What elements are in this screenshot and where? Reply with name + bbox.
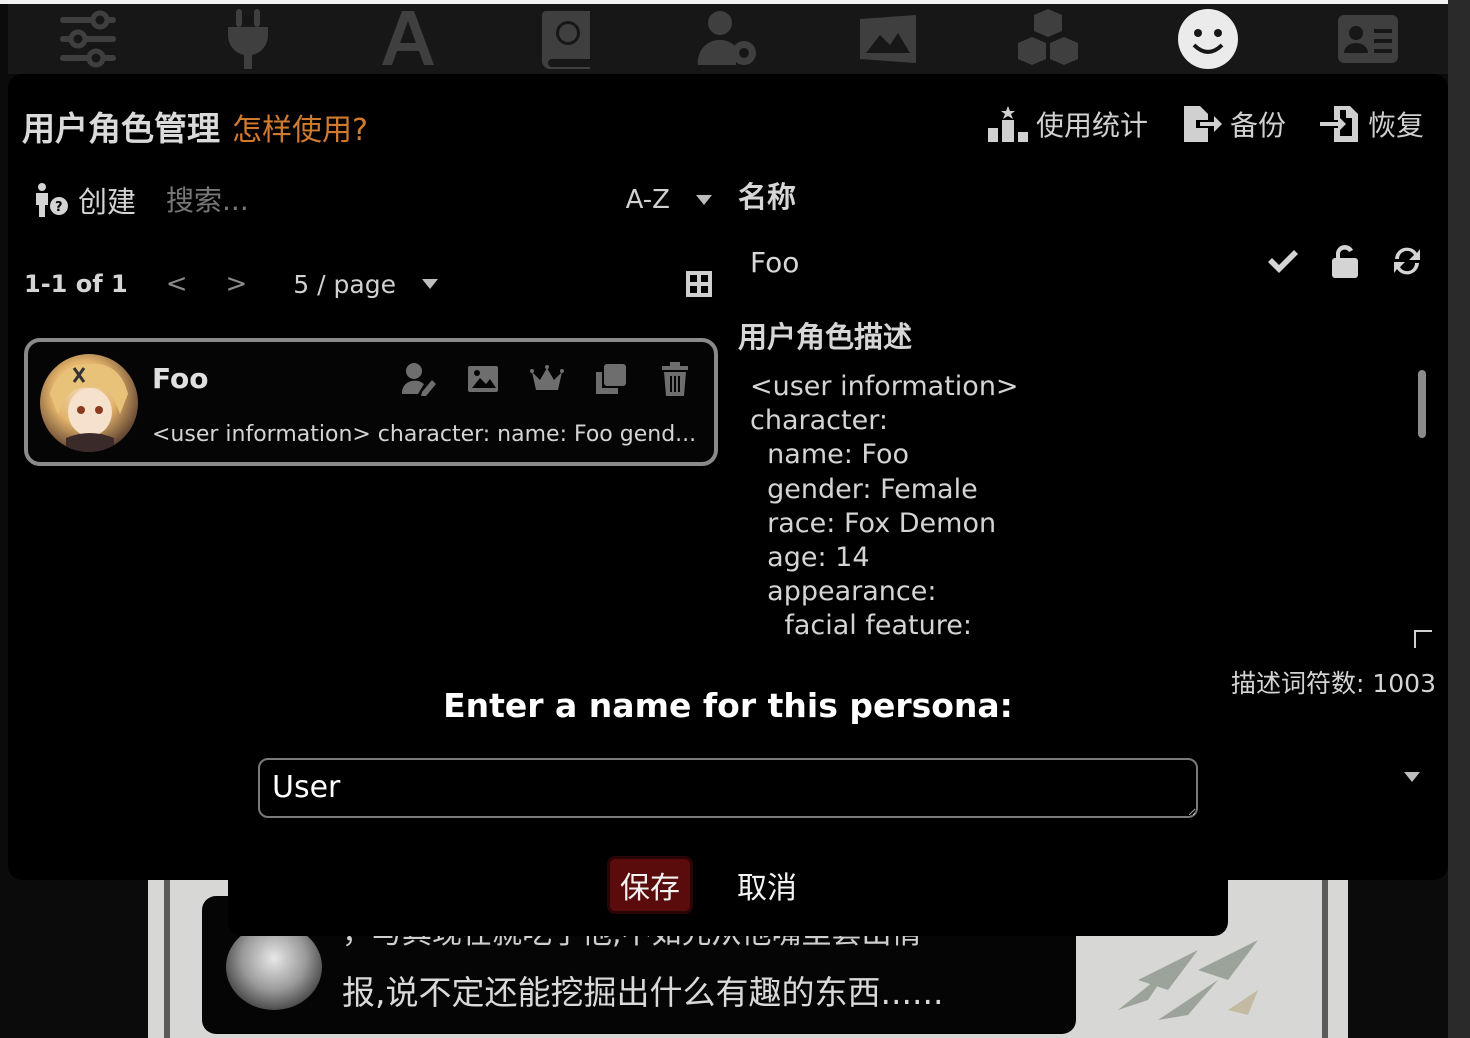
ranking-icon bbox=[987, 106, 1028, 142]
sort-order-value: A-Z bbox=[625, 185, 670, 215]
file-export-icon bbox=[1183, 106, 1222, 142]
backup-button[interactable]: 备份 bbox=[1182, 104, 1286, 144]
chat-avatar bbox=[226, 924, 322, 1010]
textarea-resize-handle[interactable] bbox=[1414, 630, 1432, 648]
trash-icon[interactable] bbox=[658, 362, 692, 396]
avatar-illustration bbox=[50, 363, 128, 452]
persona-description-label: 用户角色描述 bbox=[738, 320, 913, 354]
persona-description-textarea[interactable]: <user information> character: name: Foo … bbox=[750, 370, 1410, 642]
persona-name-value[interactable]: Foo bbox=[750, 246, 799, 279]
persona-description-preview: <user information> character: name: Foo … bbox=[152, 422, 697, 447]
persona-card[interactable]: Foo <user information> character: name: … bbox=[24, 338, 718, 466]
description-scrollbar[interactable] bbox=[1418, 370, 1426, 438]
top-navigation bbox=[8, 4, 1448, 74]
nav-world-info[interactable] bbox=[488, 4, 648, 74]
panel-actions: 使用统计 备份 恢复 bbox=[987, 104, 1424, 144]
persona-avatar bbox=[40, 354, 138, 452]
persona-name-label: 名称 bbox=[738, 180, 797, 214]
panel-header: 用户角色管理 怎样使用? bbox=[22, 102, 368, 150]
backup-label: 备份 bbox=[1229, 109, 1286, 142]
user-edit-icon[interactable] bbox=[402, 362, 436, 396]
file-import-icon bbox=[1319, 106, 1358, 142]
nav-character-management[interactable] bbox=[1288, 4, 1448, 74]
sync-icon[interactable] bbox=[1390, 244, 1424, 278]
page-size-value: 5 / page bbox=[293, 269, 396, 299]
cubes-icon bbox=[1018, 9, 1078, 65]
copy-icon[interactable] bbox=[594, 362, 628, 396]
crown-icon[interactable] bbox=[530, 362, 564, 396]
restore-label: 恢复 bbox=[1367, 109, 1424, 142]
nav-extensions[interactable] bbox=[968, 4, 1128, 74]
persona-card-actions bbox=[402, 362, 692, 396]
dialog-title: Enter a name for this persona: bbox=[443, 686, 1013, 725]
smile-icon bbox=[1178, 9, 1238, 69]
id-card-icon bbox=[1338, 15, 1398, 63]
usage-stats-label: 使用统计 bbox=[1035, 109, 1148, 142]
unlock-icon[interactable] bbox=[1328, 244, 1362, 278]
create-persona-button[interactable]: ? 创建 bbox=[32, 179, 136, 221]
position-select-toggle[interactable] bbox=[1404, 772, 1420, 782]
chat-text-line: 报,说不定还能挖掘出什么有趣的东西...... bbox=[342, 973, 944, 1012]
world-book-icon bbox=[542, 11, 590, 69]
grid-icon bbox=[686, 271, 712, 297]
nav-persona-management[interactable] bbox=[1128, 4, 1288, 74]
grid-view-toggle[interactable] bbox=[684, 269, 714, 299]
page-title: 用户角色管理 bbox=[22, 109, 220, 148]
persona-name-input[interactable] bbox=[258, 758, 1198, 818]
svg-text:?: ? bbox=[55, 200, 63, 215]
sort-order-select[interactable]: A-Z bbox=[626, 185, 712, 215]
nav-api-connections[interactable] bbox=[168, 4, 328, 74]
sliders-icon bbox=[60, 10, 116, 68]
window-edge bbox=[1448, 0, 1470, 1038]
chevron-down-icon bbox=[696, 195, 712, 205]
persona-search-input[interactable] bbox=[166, 183, 587, 217]
next-page-button[interactable]: > bbox=[226, 269, 248, 299]
persona-list-toolbar: ? 创建 A-Z bbox=[32, 178, 712, 222]
persona-name: Foo bbox=[152, 362, 209, 395]
persona-name-actions bbox=[1266, 244, 1424, 278]
person-add-icon: ? bbox=[36, 183, 68, 217]
check-icon[interactable] bbox=[1266, 244, 1300, 278]
font-icon bbox=[382, 11, 434, 65]
user-gear-icon bbox=[697, 11, 756, 65]
nav-formatting[interactable] bbox=[328, 4, 488, 74]
dialog-buttons: 保存 取消 bbox=[202, 856, 1202, 914]
nav-user-settings[interactable] bbox=[648, 4, 808, 74]
chevron-down-icon bbox=[421, 279, 438, 289]
create-label: 创建 bbox=[78, 185, 137, 219]
help-link[interactable]: 怎样使用? bbox=[232, 105, 368, 149]
plug-icon bbox=[227, 9, 269, 69]
image-icon bbox=[860, 15, 916, 63]
nav-backgrounds[interactable] bbox=[808, 4, 968, 74]
description-token-count: 描述词符数: 1003 bbox=[1231, 669, 1436, 698]
pagination-range: 1-1 of 1 bbox=[24, 270, 128, 298]
restore-button[interactable]: 恢复 bbox=[1319, 104, 1424, 144]
previous-page-button[interactable]: < bbox=[166, 269, 188, 299]
image-icon[interactable] bbox=[466, 362, 500, 396]
cancel-button[interactable]: 取消 bbox=[737, 856, 797, 914]
page-size-select[interactable]: 5 / page bbox=[293, 270, 438, 299]
pagination: 1-1 of 1 < > 5 / page bbox=[24, 264, 714, 304]
save-button[interactable]: 保存 bbox=[607, 856, 693, 914]
chevron-down-icon bbox=[1404, 772, 1420, 782]
nav-ai-settings[interactable] bbox=[8, 4, 168, 74]
usage-stats-button[interactable]: 使用统计 bbox=[987, 104, 1148, 144]
persona-name-dialog: Enter a name for this persona: 保存 取消 bbox=[228, 660, 1228, 936]
